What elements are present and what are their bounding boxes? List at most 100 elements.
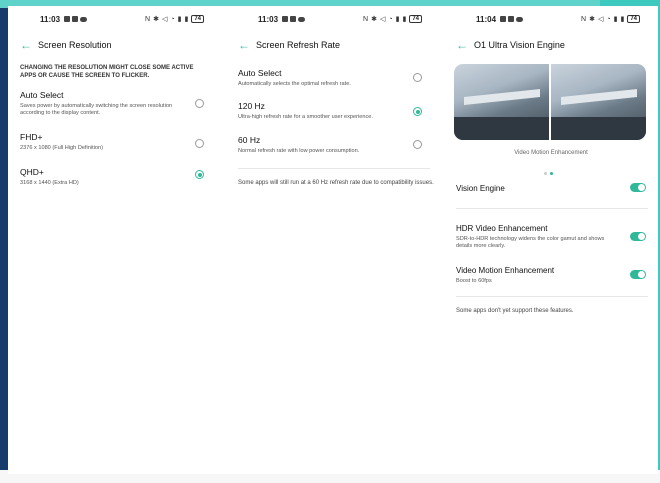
notification-icon	[64, 16, 70, 22]
bluetooth-icon: ✱	[371, 16, 377, 23]
option-description: Ultra-high refresh rate for a smoother u…	[238, 114, 373, 120]
radio-button[interactable]	[413, 140, 422, 149]
option-auto-select[interactable]: Auto Select Automatically selects the op…	[238, 68, 428, 88]
divider	[456, 296, 648, 297]
radio-button[interactable]	[195, 139, 204, 148]
bluetooth-icon: ✱	[589, 16, 595, 23]
preview-image-before	[454, 64, 549, 140]
back-arrow-icon[interactable]: ←	[20, 38, 32, 52]
signal-icon: ▮	[395, 16, 400, 23]
screen-resolution-screen: 11:03 N ✱ ◁ ◔ ▮ ▮ 74 ← Screen Resolution CHANG…	[8, 6, 222, 474]
system-icons: N ✱ ◁ ◔ ▮ ▮ 74	[145, 15, 204, 23]
preview-image-after	[551, 64, 646, 140]
page-header: ← Screen Refresh Rate	[226, 38, 440, 54]
mute-icon: ◁	[161, 16, 168, 23]
option-description: Normal refresh rate with low power consu…	[238, 148, 360, 154]
phone-screenshots: 11:03 N ✱ ◁ ◔ ▮ ▮ 74 ← Screen Resolution CHANG…	[8, 6, 658, 474]
video-preview[interactable]	[454, 64, 646, 140]
battery-icon: 74	[409, 15, 422, 23]
cloud-icon	[298, 17, 305, 22]
video-motion-toggle[interactable]	[630, 270, 646, 279]
battery-icon: 74	[627, 15, 640, 23]
setting-label: Vision Engine	[456, 184, 505, 193]
radio-button[interactable]	[413, 73, 422, 82]
setting-label: Video Motion Enhancement	[456, 266, 555, 275]
radio-button-selected[interactable]	[195, 170, 204, 179]
wifi-icon: ◔	[170, 15, 175, 23]
system-icons: N ✱ ◁ ◔ ▮ ▮ 74	[581, 15, 640, 23]
setting-video-motion[interactable]: Video Motion Enhancement Boost to 60fps	[456, 266, 646, 285]
option-label: QHD+	[20, 167, 44, 177]
divider	[456, 208, 648, 209]
page-dot	[544, 172, 547, 175]
status-bar: 11:03 N ✱ ◁ ◔ ▮ ▮ 74	[226, 14, 440, 26]
notification-icons	[64, 16, 87, 22]
option-label: 60 Hz	[238, 135, 261, 145]
option-label: 120 Hz	[238, 101, 265, 111]
notification-icons	[282, 16, 305, 22]
status-bar: 11:03 N ✱ ◁ ◔ ▮ ▮ 74	[8, 14, 222, 26]
notification-icon	[282, 16, 288, 22]
option-description: Saves power by automatically switching t…	[20, 103, 173, 116]
setting-hdr-video[interactable]: HDR Video Enhancement SDR-to-HDR technol…	[456, 224, 646, 250]
warning-text: CHANGING THE RESOLUTION MIGHT CLOSE SOME…	[20, 65, 194, 79]
option-qhd[interactable]: QHD+ 3168 x 1440 (Extra HD)	[20, 167, 210, 187]
page-dot-active	[550, 172, 553, 175]
nfc-icon: N	[145, 15, 151, 23]
notification-icon	[500, 16, 506, 22]
option-120hz[interactable]: 120 Hz Ultra-high refresh rate for a smo…	[238, 101, 428, 121]
setting-vision-engine[interactable]: Vision Engine	[456, 184, 646, 193]
nfc-icon: N	[581, 15, 587, 23]
option-auto-select[interactable]: Auto Select Saves power by automatically…	[20, 90, 210, 117]
nfc-icon: N	[363, 15, 369, 23]
setting-description: Boost to 60fps	[456, 278, 492, 284]
vision-engine-screen: 11:04 N ✱ ◁ ◔ ▮ ▮ 74 ← O1 Ultra Vision Engine …	[444, 6, 658, 474]
option-60hz[interactable]: 60 Hz Normal refresh rate with low power…	[238, 135, 428, 155]
option-description: Automatically selects the optimal refres…	[238, 81, 351, 87]
notification-icon	[72, 16, 78, 22]
page-title: O1 Ultra Vision Engine	[474, 40, 565, 50]
signal-icon: ▮	[620, 16, 625, 23]
battery-icon: 74	[191, 15, 204, 23]
signal-icon: ▮	[402, 16, 407, 23]
radio-button-selected[interactable]	[413, 107, 422, 116]
cloud-icon	[516, 17, 523, 22]
divider	[238, 168, 430, 169]
support-note: Some apps don't yet support these featur…	[456, 308, 574, 314]
option-label: Auto Select	[238, 68, 282, 78]
option-description: 3168 x 1440 (Extra HD)	[20, 180, 79, 186]
option-fhd[interactable]: FHD+ 2376 x 1080 (Full High Definition)	[20, 132, 210, 152]
page-header: ← O1 Ultra Vision Engine	[444, 38, 658, 54]
status-time: 11:03	[40, 15, 61, 24]
notification-icon	[290, 16, 296, 22]
page-title: Screen Resolution	[38, 40, 112, 50]
back-arrow-icon[interactable]: ←	[238, 38, 250, 52]
refresh-rate-screen: 11:03 N ✱ ◁ ◔ ▮ ▮ 74 ← Screen Refresh Rate Aut…	[226, 6, 440, 474]
status-time: 11:03	[258, 15, 279, 24]
vision-engine-toggle[interactable]	[630, 183, 646, 192]
signal-icon: ▮	[177, 16, 182, 23]
setting-description: SDR-to-HDR technology widens the color g…	[456, 236, 605, 249]
setting-label: HDR Video Enhancement	[456, 224, 548, 233]
page-header: ← Screen Resolution	[8, 38, 222, 54]
radio-button[interactable]	[195, 99, 204, 108]
status-time: 11:04	[476, 15, 497, 24]
hdr-video-toggle[interactable]	[630, 232, 646, 241]
option-description: 2376 x 1080 (Full High Definition)	[20, 145, 104, 151]
signal-icon: ▮	[613, 16, 618, 23]
mute-icon: ◁	[597, 16, 604, 23]
notification-icon	[508, 16, 514, 22]
status-bar: 11:04 N ✱ ◁ ◔ ▮ ▮ 74	[444, 14, 658, 26]
preview-caption: Video Motion Enhancement	[514, 150, 588, 156]
compatibility-note: Some apps will still run at a 60 Hz refr…	[238, 180, 434, 186]
notification-icons	[500, 16, 523, 22]
wifi-icon: ◔	[388, 15, 393, 23]
option-label: FHD+	[20, 132, 43, 142]
page-indicator[interactable]	[544, 172, 553, 175]
back-arrow-icon[interactable]: ←	[456, 38, 468, 52]
wifi-icon: ◔	[606, 15, 611, 23]
page-title: Screen Refresh Rate	[256, 40, 341, 50]
signal-icon: ▮	[184, 16, 189, 23]
bluetooth-icon: ✱	[153, 16, 159, 23]
mute-icon: ◁	[379, 16, 386, 23]
